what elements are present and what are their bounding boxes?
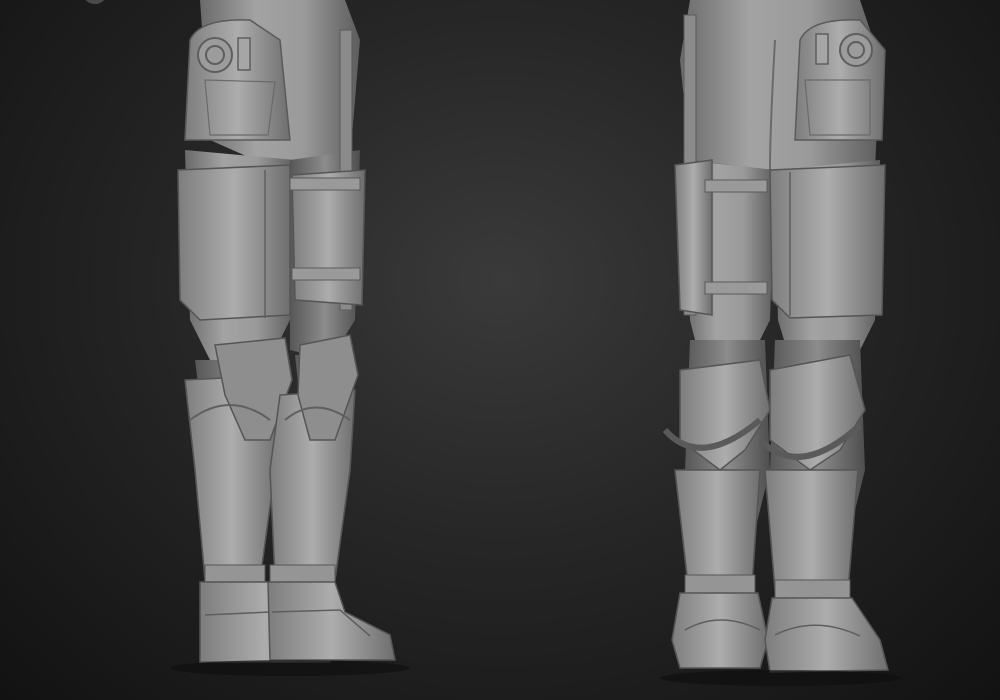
viewport: [0, 0, 1000, 700]
back-view-model: [662, 0, 889, 673]
render-canvas: [170, 0, 900, 686]
thigh-panel-left: [177, 164, 291, 321]
front-view-model: [177, 0, 396, 663]
boot-right: [267, 581, 396, 661]
hip-plate-disc: [197, 37, 233, 73]
